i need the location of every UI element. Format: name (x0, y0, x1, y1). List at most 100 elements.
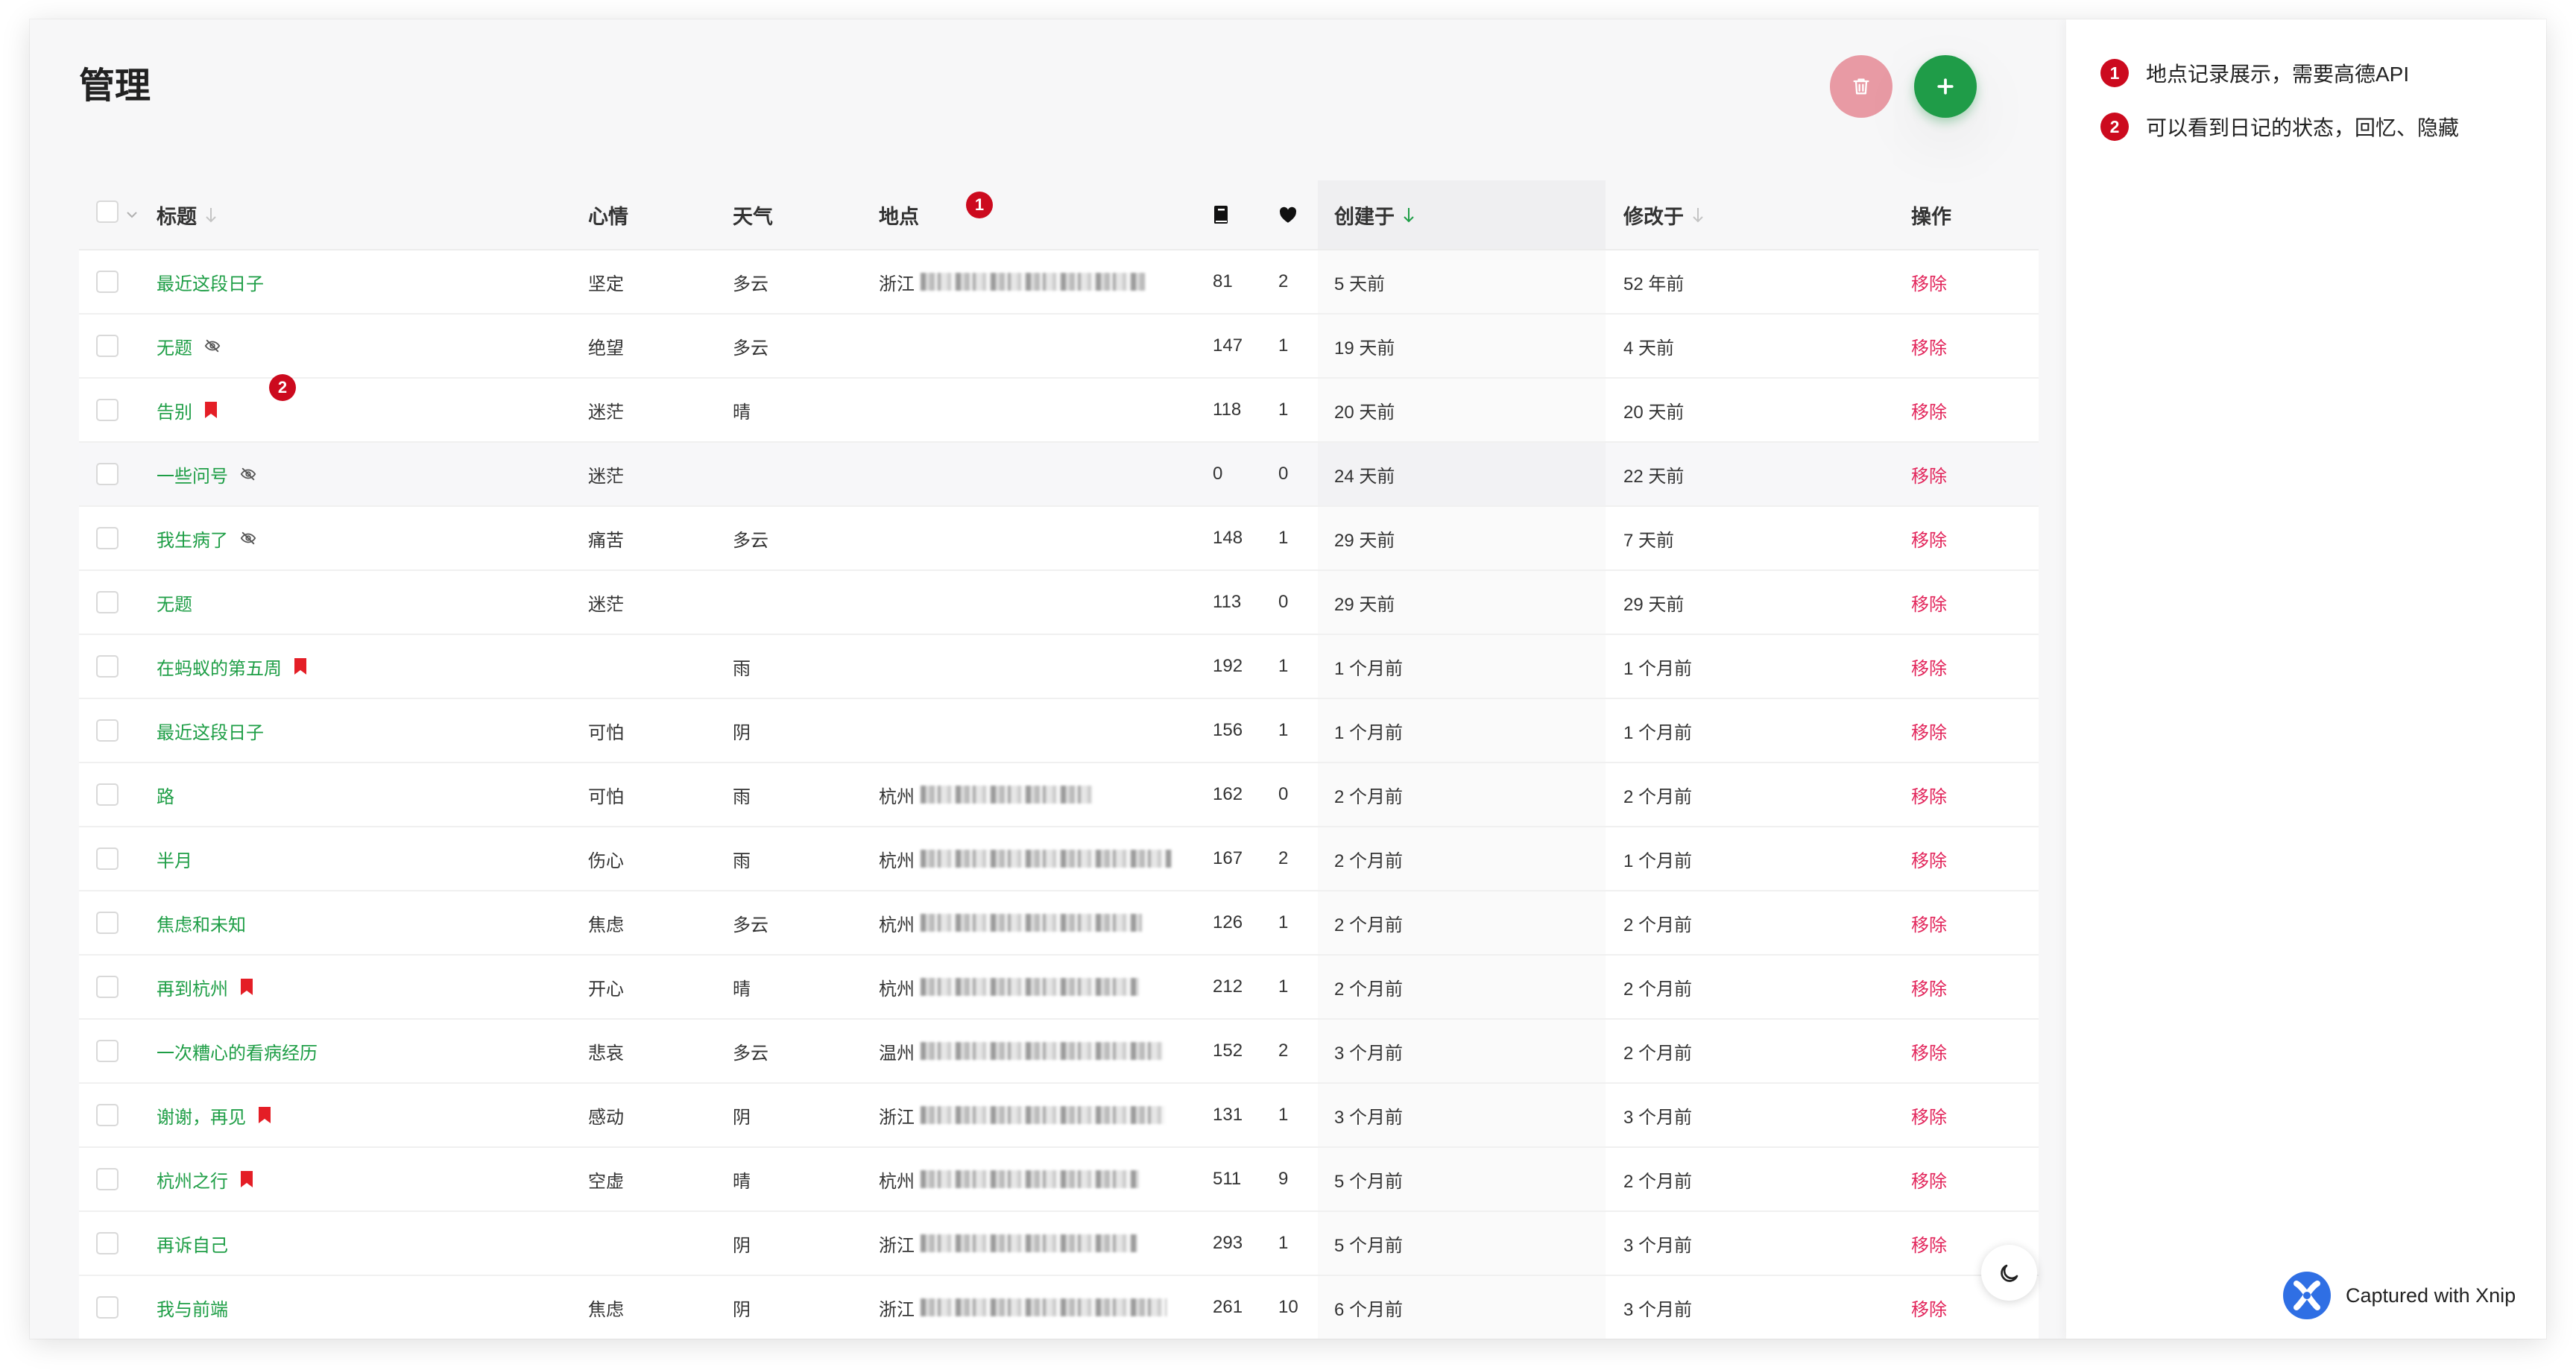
remove-link[interactable]: 移除 (1911, 379, 1947, 441)
add-entry-button[interactable] (1914, 55, 1977, 118)
remove-link[interactable]: 移除 (1911, 827, 1947, 890)
modified-cell: 3 个月前 (1623, 1107, 1693, 1128)
word-count-cell: 113 (1213, 592, 1242, 612)
row-checkbox[interactable] (96, 1232, 119, 1254)
location-cell: 杭州 (879, 956, 1139, 1018)
annotation-text: 地点记录展示，需要高德API (2146, 63, 2410, 86)
entry-title-link[interactable]: 杭州之行 (157, 1167, 228, 1193)
xnip-logo-icon (2282, 1271, 2332, 1320)
entry-title-link[interactable]: 最近这段日子 (157, 269, 264, 295)
entry-title-link[interactable]: 无题 (157, 333, 192, 359)
row-checkbox[interactable] (96, 847, 119, 870)
row-checkbox[interactable] (96, 1296, 119, 1319)
location-region: 杭州 (879, 915, 915, 935)
theme-toggle-button[interactable] (1981, 1245, 2037, 1301)
row-checkbox[interactable] (96, 912, 119, 934)
select-dropdown-chevron-icon[interactable] (126, 210, 138, 219)
remove-link[interactable]: 移除 (1911, 507, 1947, 569)
column-header-created[interactable]: 创建于 (1334, 180, 1415, 249)
mood-cell: 感动 (588, 1107, 624, 1128)
modified-cell: 1 个月前 (1623, 850, 1693, 871)
weather-cell: 多云 (733, 338, 768, 359)
like-count-cell: 0 (1278, 464, 1289, 484)
row-checkbox[interactable] (96, 1168, 119, 1190)
row-checkbox[interactable] (96, 1104, 119, 1126)
weather-cell: 多云 (733, 915, 768, 935)
row-checkbox[interactable] (96, 527, 119, 549)
row-checkbox[interactable] (96, 399, 119, 421)
remove-link[interactable]: 移除 (1911, 1276, 1947, 1339)
modified-cell: 20 天前 (1623, 402, 1685, 423)
entry-title-link[interactable]: 一些问号 (157, 461, 228, 487)
entry-title-link[interactable]: 谢谢，再见 (157, 1102, 246, 1128)
remove-link[interactable]: 移除 (1911, 315, 1947, 377)
location-cell: 杭州 (879, 827, 1172, 890)
row-checkbox[interactable] (96, 655, 119, 678)
column-header-title[interactable]: 标题 (157, 180, 218, 249)
created-cell: 3 个月前 (1334, 1043, 1404, 1064)
title-cell: 在蚂蚁的第五周 (157, 635, 307, 698)
modified-cell: 3 个月前 (1623, 1235, 1693, 1256)
row-checkbox[interactable] (96, 976, 119, 998)
word-count-cell: 147 (1213, 335, 1243, 356)
row-checkbox[interactable] (96, 1040, 119, 1062)
entry-title-link[interactable]: 在蚂蚁的第五周 (157, 654, 282, 680)
remove-link[interactable]: 移除 (1911, 1148, 1947, 1210)
row-checkbox[interactable] (96, 335, 119, 357)
column-header-actions: 操作 (1911, 180, 1951, 249)
bookmark-icon (240, 978, 253, 996)
row-checkbox[interactable] (96, 783, 119, 806)
remove-link[interactable]: 移除 (1911, 699, 1947, 762)
word-count-cell: 0 (1213, 464, 1223, 484)
remove-link[interactable]: 移除 (1911, 1020, 1947, 1082)
row-checkbox[interactable] (96, 591, 119, 613)
remove-link[interactable]: 移除 (1911, 956, 1947, 1018)
row-checkbox[interactable] (96, 271, 119, 293)
column-header-weather-label: 天气 (733, 205, 773, 228)
entry-title-link[interactable]: 无题 (157, 590, 192, 616)
created-cell: 29 天前 (1334, 594, 1395, 615)
remove-link[interactable]: 移除 (1911, 635, 1947, 698)
title-cell: 告别 (157, 379, 218, 441)
created-cell: 2 个月前 (1334, 850, 1404, 871)
location-region: 浙江 (879, 1235, 915, 1256)
location-redacted (921, 1234, 1137, 1252)
row-checkbox[interactable] (96, 719, 119, 742)
modified-cell: 2 个月前 (1623, 1171, 1693, 1192)
annotation-item: 2 可以看到日记的状态，回忆、隐藏 (2100, 112, 2459, 142)
select-all-checkbox[interactable] (96, 201, 119, 223)
created-cell: 1 个月前 (1334, 658, 1404, 679)
entry-title-link[interactable]: 我与前端 (157, 1295, 228, 1321)
entry-title-link[interactable]: 路 (157, 782, 174, 808)
remove-link[interactable]: 移除 (1911, 1212, 1947, 1275)
annotation-item: 1 地点记录展示，需要高德API (2100, 58, 2409, 88)
title-cell: 再诉自己 (157, 1212, 228, 1275)
callout-badge-location: 1 (966, 192, 993, 218)
entry-title-link[interactable]: 我生病了 (157, 525, 228, 552)
table-row: 一次糟心的看病经历 悲哀 多云 温州 152 2 3 个月前 2 个月前 移除 (79, 1020, 2039, 1084)
mood-cell: 开心 (588, 979, 624, 1000)
remove-link[interactable]: 移除 (1911, 891, 1947, 954)
entry-title-link[interactable]: 再诉自己 (157, 1231, 228, 1257)
entry-title-link[interactable]: 再到杭州 (157, 974, 228, 1000)
modified-cell: 1 个月前 (1623, 658, 1693, 679)
entry-title-link[interactable]: 半月 (157, 846, 192, 872)
table-row: 半月 伤心 雨 杭州 167 2 2 个月前 1 个月前 移除 (79, 827, 2039, 891)
location-region: 温州 (879, 1043, 915, 1064)
remove-link[interactable]: 移除 (1911, 250, 1947, 313)
remove-link[interactable]: 移除 (1911, 1084, 1947, 1146)
column-header-modified[interactable]: 修改于 (1623, 180, 1705, 249)
entry-title-link[interactable]: 告别 (157, 397, 192, 423)
arrow-down-icon (1402, 206, 1415, 224)
row-checkbox[interactable] (96, 463, 119, 485)
title-cell: 谢谢，再见 (157, 1084, 271, 1146)
remove-link[interactable]: 移除 (1911, 571, 1947, 634)
mood-cell: 迷茫 (588, 402, 624, 423)
remove-link[interactable]: 移除 (1911, 763, 1947, 826)
remove-link[interactable]: 移除 (1911, 443, 1947, 505)
entry-title-link[interactable]: 焦虑和未知 (157, 910, 246, 936)
entry-title-link[interactable]: 最近这段日子 (157, 718, 264, 744)
entry-title-link[interactable]: 一次糟心的看病经历 (157, 1038, 318, 1064)
table-row: 路 可怕 雨 杭州 162 0 2 个月前 2 个月前 移除 (79, 763, 2039, 827)
delete-selected-button[interactable] (1830, 55, 1892, 118)
